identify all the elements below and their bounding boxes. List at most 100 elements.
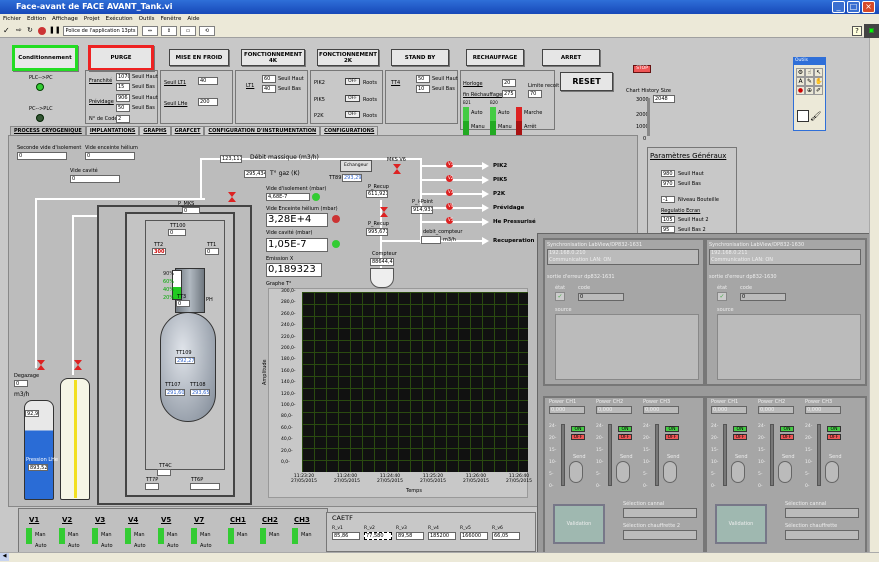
off-button[interactable]: OFF <box>571 434 585 440</box>
tt4-low-field[interactable]: 10 <box>416 85 430 93</box>
on-button[interactable]: ON <box>780 426 794 432</box>
power-slider[interactable] <box>608 424 612 486</box>
on-button[interactable]: ON <box>665 426 679 432</box>
selection-field[interactable] <box>623 508 697 518</box>
caeff-field[interactable]: 66,05 <box>492 532 520 540</box>
p2k-toggle[interactable]: OFF <box>345 111 360 118</box>
send-knob[interactable] <box>778 461 792 483</box>
distribute-icon[interactable]: ⇕ <box>161 26 177 36</box>
ncode-field[interactable]: 2 <box>116 115 130 123</box>
wire-tool-icon[interactable]: ✎ <box>805 77 814 86</box>
reset-button[interactable]: RESET <box>560 72 613 91</box>
tab[interactable]: PROCESS CRYOGENIQUE <box>10 126 86 135</box>
maximize-icon[interactable]: □ <box>847 1 860 13</box>
auto-tool-icon[interactable]: ⚙ <box>796 68 805 77</box>
mode-purge-button[interactable]: PURGE <box>88 45 154 71</box>
align-icon[interactable]: ⇔ <box>142 26 158 36</box>
menu-item[interactable]: Aide <box>187 14 199 24</box>
minimize-icon[interactable]: _ <box>832 1 845 13</box>
params-v2[interactable]: 970 <box>661 180 675 187</box>
tab[interactable]: GRAFCET <box>170 126 205 135</box>
mode-2k-button[interactable]: FONCTIONNEMENT 2K <box>317 49 379 66</box>
menu-item[interactable]: Exécution <box>106 14 133 24</box>
on-button[interactable]: ON <box>827 426 841 432</box>
scroll-tool-icon[interactable]: ✋ <box>814 77 823 86</box>
horizontal-scrollbar[interactable] <box>0 552 879 562</box>
mode-mise-en-froid-button[interactable]: MISE EN FROID <box>169 49 229 66</box>
selection-field[interactable] <box>623 530 697 540</box>
on-button[interactable]: ON <box>733 426 747 432</box>
mode-standby-button[interactable]: STAND BY <box>391 49 449 66</box>
power-slider[interactable] <box>561 424 565 486</box>
pik5-toggle[interactable]: OFF <box>345 95 360 102</box>
caeff-field[interactable]: 166000 <box>460 532 488 540</box>
vertical-scrollbar[interactable] <box>869 38 879 552</box>
color-brush-icon[interactable]: 🖌 <box>810 112 822 124</box>
menu-item[interactable]: Outils <box>139 14 155 24</box>
params-v5[interactable]: 95 <box>661 226 675 233</box>
on-button[interactable]: ON <box>618 426 632 432</box>
probe-tool-icon[interactable]: ⊕ <box>805 86 814 95</box>
caeff-field[interactable]: 185200 <box>428 532 456 540</box>
power-slider[interactable] <box>723 424 727 486</box>
run-continuous-icon[interactable]: ↻ <box>27 26 36 36</box>
off-button[interactable]: OFF <box>827 434 841 440</box>
menu-item[interactable]: Projet <box>84 14 100 24</box>
abort-icon[interactable] <box>38 27 46 35</box>
operate-tool-icon[interactable]: ☝ <box>805 68 814 77</box>
caeff-field[interactable]: 85,86 <box>332 532 360 540</box>
off-button[interactable]: OFF <box>618 434 632 440</box>
resize-icon[interactable]: ▭ <box>180 26 196 36</box>
off-button[interactable]: OFF <box>665 434 679 440</box>
tab[interactable]: GRAPHS <box>139 126 171 135</box>
franchis-high-field[interactable]: 1070 <box>116 73 130 81</box>
off-button[interactable]: OFF <box>780 434 794 440</box>
mode-arret-button[interactable]: ARRET <box>542 49 600 66</box>
label-tool-icon[interactable]: A <box>796 77 805 86</box>
params-v3[interactable]: -1 <box>661 196 675 203</box>
color-fg-icon[interactable] <box>797 110 809 122</box>
tab[interactable]: IMPLANTATIONS <box>85 126 140 135</box>
params-v1[interactable]: 980 <box>661 170 675 177</box>
mode-rechauffage-button[interactable]: RECHAUFFAGE <box>466 49 524 66</box>
on-button[interactable]: ON <box>571 426 585 432</box>
scroll-left-icon[interactable]: ◀ <box>0 553 9 561</box>
validation-button[interactable]: Validation <box>715 504 767 544</box>
menu-item[interactable]: Edition <box>27 14 46 24</box>
selection-field[interactable] <box>785 530 859 540</box>
stop-button[interactable]: STOP <box>633 65 651 73</box>
chart-plot[interactable] <box>302 292 528 472</box>
color-copy-tool-icon[interactable]: ✐ <box>814 86 823 95</box>
power-slider[interactable] <box>655 424 659 486</box>
caeff-field[interactable]: 89,58 <box>396 532 424 540</box>
send-knob[interactable] <box>825 461 839 483</box>
reorder-icon[interactable]: ⟲ <box>199 26 215 36</box>
validation-button[interactable]: Validation <box>553 504 605 544</box>
run-arrow-icon[interactable]: ⇨ <box>16 26 25 36</box>
lt1-low-field[interactable]: 40 <box>262 85 276 93</box>
caeff-field[interactable]: 77,580 <box>364 532 392 540</box>
lt1-high-field[interactable]: 60 <box>262 75 276 83</box>
send-knob[interactable] <box>731 461 745 483</box>
selection-field[interactable] <box>785 508 859 518</box>
pause-icon[interactable]: ❚❚ <box>49 26 61 36</box>
franchis-low-field[interactable]: 15 <box>116 83 130 91</box>
menu-item[interactable]: Fichier <box>3 14 21 24</box>
mode-4k-button[interactable]: FONCTIONNEMENT 4K <box>241 49 305 66</box>
limite-field[interactable]: 70 <box>528 90 542 98</box>
menu-item[interactable]: Fenêtre <box>161 14 182 24</box>
seuil-lt1-field[interactable]: 40 <box>198 77 218 85</box>
history-size-field[interactable]: 2048 <box>653 95 675 103</box>
pik2-toggle[interactable]: OFF <box>345 78 360 85</box>
tt4-high-field[interactable]: 50 <box>416 75 430 83</box>
send-knob[interactable] <box>616 461 630 483</box>
horloge-field[interactable]: 20 <box>502 79 516 87</box>
previdage-high-field[interactable]: 906 <box>116 94 130 102</box>
help-icon[interactable]: ? <box>852 26 862 36</box>
menu-item[interactable]: Affichage <box>52 14 78 24</box>
off-button[interactable]: OFF <box>733 434 747 440</box>
fin-rechauffage-field[interactable]: 275 <box>502 90 516 98</box>
send-knob[interactable] <box>663 461 677 483</box>
power-slider[interactable] <box>817 424 821 486</box>
close-icon[interactable]: × <box>862 1 875 13</box>
